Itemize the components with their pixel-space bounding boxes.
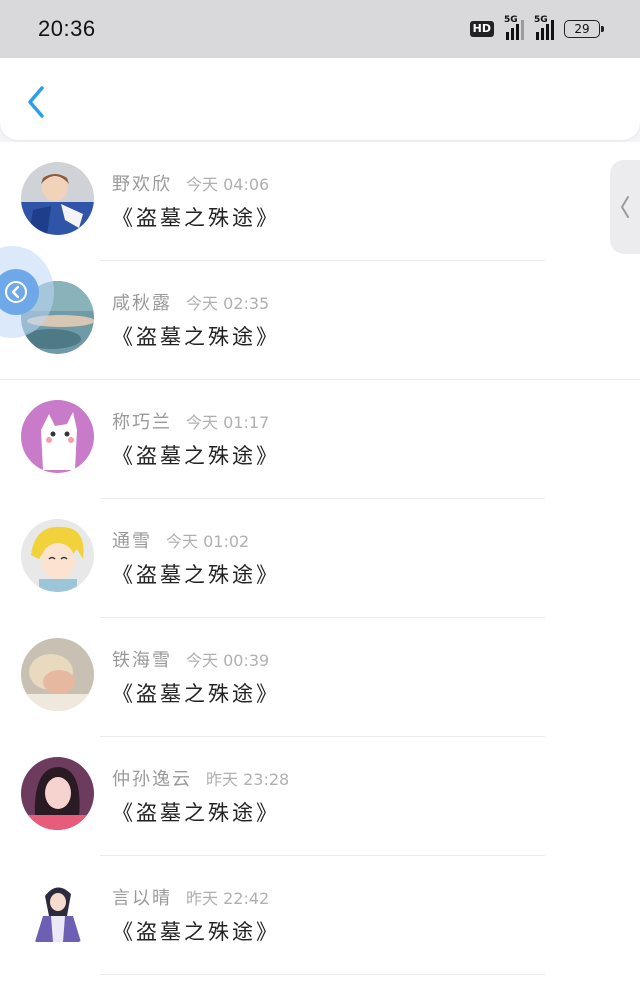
avatar (21, 876, 94, 949)
message-time: 今天 01:02 (166, 532, 250, 551)
message-time: 今天 01:17 (186, 413, 270, 432)
message-preview: 《盗墓之殊途》 (112, 563, 280, 587)
sender-name: 称巧兰 今天 01:17 (112, 412, 270, 433)
sender-name: 通雪 今天 01:02 (112, 531, 250, 552)
message-time: 今天 00:39 (186, 651, 270, 670)
battery-level: 29 (574, 22, 590, 36)
back-button[interactable] (18, 82, 54, 122)
signal-icon: 5G (504, 15, 524, 40)
list-item[interactable]: 通雪 今天 01:02 《盗墓之殊途》 (0, 499, 640, 618)
avatar (21, 757, 94, 830)
sender-name: 铁海雪 今天 00:39 (112, 650, 270, 671)
chevron-left-icon (5, 281, 27, 303)
battery-icon: 29 (564, 20, 604, 38)
sender-name: 仲孙逸云 昨天 23:28 (112, 769, 290, 790)
sender-name: 野欢欣 今天 04:06 (112, 174, 270, 195)
list-item[interactable]: 野欢欣 今天 04:06 《盗墓之殊途》 (0, 142, 640, 261)
avatar (21, 162, 94, 235)
signal-label: 5G (534, 15, 548, 25)
floating-ball-button[interactable] (0, 269, 39, 315)
status-icons: HD 5G 5G 29 (469, 15, 604, 40)
message-time: 今天 04:06 (186, 175, 270, 194)
message-list: 野欢欣 今天 04:06 《盗墓之殊途》 咸秋露 今天 02:35 《盗墓之殊途》 (0, 142, 640, 981)
side-panel-handle[interactable] (610, 160, 640, 254)
message-preview: 《盗墓之殊途》 (112, 920, 280, 944)
nav-bar (0, 58, 640, 140)
status-bar: 20:36 HD 5G 5G 29 (0, 0, 640, 58)
sender-name: 言以晴 昨天 22:42 (112, 888, 270, 909)
chevron-left-icon (28, 86, 44, 118)
list-item[interactable]: 咸秋露 今天 02:35 《盗墓之殊途》 (0, 261, 640, 380)
message-preview: 《盗墓之殊途》 (112, 682, 280, 706)
avatar (21, 638, 94, 711)
signal-icon: 5G (534, 15, 554, 40)
status-time: 20:36 (38, 16, 96, 41)
avatar (21, 400, 94, 473)
sender-name: 咸秋露 今天 02:35 (112, 293, 270, 314)
message-time: 昨天 23:28 (206, 770, 290, 789)
chevron-left-icon (621, 196, 629, 218)
list-item[interactable]: 称巧兰 今天 01:17 《盗墓之殊途》 (0, 380, 640, 499)
list-item[interactable]: 仲孙逸云 昨天 23:28 《盗墓之殊途》 (0, 737, 640, 856)
message-preview: 《盗墓之殊途》 (112, 444, 280, 468)
signal-label: 5G (504, 15, 518, 25)
message-time: 昨天 22:42 (186, 889, 270, 908)
message-preview: 《盗墓之殊途》 (112, 801, 280, 825)
avatar (21, 519, 94, 592)
message-preview: 《盗墓之殊途》 (112, 325, 280, 349)
list-item[interactable]: 言以晴 昨天 22:42 《盗墓之殊途》 (0, 856, 640, 975)
message-preview: 《盗墓之殊途》 (112, 206, 280, 230)
message-time: 今天 02:35 (186, 294, 270, 313)
list-item[interactable]: 铁海雪 今天 00:39 《盗墓之殊途》 (0, 618, 640, 737)
divider (100, 974, 545, 975)
hd-icon: HD (469, 21, 494, 37)
